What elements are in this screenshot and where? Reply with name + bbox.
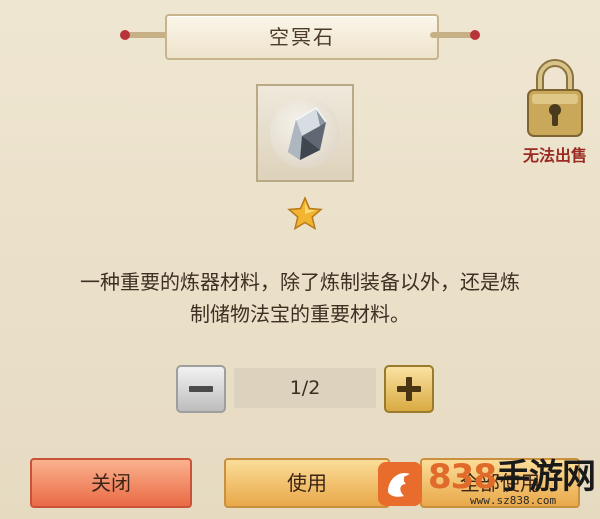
item-description: 一种重要的炼器材料，除了炼制装备以外，还是炼 制储物法宝的重要材料。 (30, 266, 570, 330)
description-line-2: 制储物法宝的重要材料。 (190, 302, 410, 326)
item-title: 空冥石 (269, 25, 335, 49)
rarity-star-icon (287, 196, 323, 231)
plus-icon (397, 377, 421, 401)
description-line-1: 一种重要的炼器材料，除了炼制装备以外，还是炼 (80, 270, 520, 294)
sell-status-label: 无法出售 (522, 146, 587, 165)
increase-quantity-button[interactable] (384, 365, 434, 413)
title-ornament-left (120, 14, 170, 56)
decrease-quantity-button[interactable] (176, 365, 226, 413)
padlock-icon (527, 59, 583, 137)
use-button[interactable]: 使用 (224, 458, 390, 508)
crystal-ore-icon (288, 107, 327, 160)
watermark-brand: 838手游网 (428, 457, 596, 497)
title-ornament-right (430, 14, 480, 56)
dragon-logo-icon (378, 462, 422, 506)
watermark-name: 手游网 (495, 457, 596, 497)
watermark-url: www.sz838.com (470, 494, 557, 507)
watermark-number: 838 (428, 457, 497, 497)
title-banner: 空冥石 (165, 14, 439, 60)
item-detail-dialog: 空冥石 无法出售 一种重要的炼器材料，除了炼制装备以外，还是炼 制储物法宝的重要… (0, 0, 600, 519)
close-button[interactable]: 关闭 (30, 458, 192, 508)
minus-icon (189, 386, 213, 392)
item-slot (256, 84, 354, 182)
quantity-display: 1/2 (234, 368, 376, 408)
